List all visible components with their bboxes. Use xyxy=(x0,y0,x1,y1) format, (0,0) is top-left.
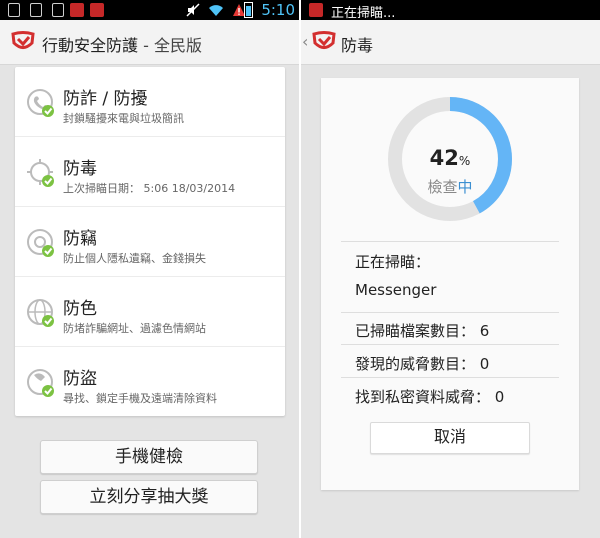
clock: 5:10 xyxy=(261,1,295,19)
feature-title: 防毒 xyxy=(63,159,97,179)
feature-desc: 防止個人隱私遺竊、金錢損失 xyxy=(63,252,206,265)
feature-item-anti-theft-data[interactable]: 防竊 防止個人隱私遺竊、金錢損失 xyxy=(15,207,285,277)
row-divider xyxy=(341,312,559,313)
feature-title: 防竊 xyxy=(63,229,97,249)
scan-state: 檢查中 xyxy=(427,178,473,196)
feature-title: 防盜 xyxy=(63,369,97,389)
cancel-button[interactable]: 取消 xyxy=(370,422,530,454)
app-notification-icon-2 xyxy=(90,3,104,17)
app-logo-icon xyxy=(11,31,35,49)
status-bar: 正在掃瞄... xyxy=(301,0,600,21)
globe-icon xyxy=(27,299,54,327)
lock-phone-icon xyxy=(27,369,54,397)
page-title: 防毒 xyxy=(341,36,374,55)
progress-percent: 42% xyxy=(429,146,471,170)
files-count: 6 xyxy=(479,322,490,340)
mute-icon xyxy=(186,3,200,17)
scanning-label: 正在掃瞄： xyxy=(355,253,431,271)
app-notification-icon xyxy=(309,3,323,17)
feature-title: 防色 xyxy=(63,299,97,319)
health-check-button[interactable]: 手機健檢 xyxy=(40,440,258,474)
feature-item-web-filter[interactable]: 防色 防堵詐騙網址、過濾色情網站 xyxy=(15,277,285,347)
row-divider xyxy=(341,344,559,345)
sd-card-icon xyxy=(8,3,20,17)
row-divider xyxy=(341,377,559,378)
back-icon[interactable]: ‹ xyxy=(302,32,308,51)
feature-item-antivirus[interactable]: 防毒 上次掃瞄日期： 5:06 18/03/2014 xyxy=(15,137,285,207)
threats-count: 0 xyxy=(479,355,490,373)
battery-icon xyxy=(244,2,253,18)
threats-found: 發現的威脅數目： 0 xyxy=(355,355,490,373)
row-divider xyxy=(341,241,559,242)
feature-desc: 尋找、鎖定手機及遠端清除資料 xyxy=(63,392,217,405)
feature-list: 防詐 / 防擾 封鎖騷擾來電與垃圾簡訊 防毒 上次掃瞄日期： 5:06 18/0… xyxy=(15,67,285,416)
feature-item-anti-fraud[interactable]: 防詐 / 防擾 封鎖騷擾來電與垃圾簡訊 xyxy=(15,67,285,137)
privacy-count: 0 xyxy=(494,388,505,406)
home-screen: 5:10 行動安全防護 - 全民版 防詐 / 防擾 封鎖騷擾來電與垃圾簡訊 防毒 xyxy=(0,0,299,538)
app-notification-icon xyxy=(70,3,84,17)
phone-shield-icon xyxy=(27,89,54,117)
current-scan-item: Messenger xyxy=(355,281,437,299)
antivirus-screen: 正在掃瞄... ‹ 防毒 42% 檢查中 正在掃瞄： Messenger 已掃瞄… xyxy=(301,0,600,538)
notification-text: 正在掃瞄... xyxy=(331,6,396,21)
image-icon xyxy=(52,3,64,17)
scan-card: 42% 檢查中 正在掃瞄： Messenger 已掃瞄檔案數目： 6 發現的威脅… xyxy=(321,78,579,490)
share-lottery-button[interactable]: 立刻分享抽大獎 xyxy=(40,480,258,514)
feature-desc: 上次掃瞄日期： 5:06 18/03/2014 xyxy=(63,182,236,195)
app-logo-icon xyxy=(312,31,336,49)
safe-icon xyxy=(27,229,54,257)
app-bar: 行動安全防護 - 全民版 xyxy=(0,20,299,65)
app-title: 行動安全防護 - 全民版 xyxy=(42,36,202,55)
feature-desc: 防堵詐騙網址、過濾色情網站 xyxy=(63,322,206,335)
files-scanned: 已掃瞄檔案數目： 6 xyxy=(355,322,490,340)
feature-desc: 封鎖騷擾來電與垃圾簡訊 xyxy=(63,112,184,125)
wifi-icon xyxy=(209,5,223,16)
feature-title: 防詐 / 防擾 xyxy=(63,89,148,109)
feature-item-anti-theft-device[interactable]: 防盜 尋找、鎖定手機及遠端清除資料 xyxy=(15,347,285,417)
app-bar: ‹ 防毒 xyxy=(301,20,600,65)
virus-icon xyxy=(27,159,54,187)
download-icon xyxy=(30,3,42,17)
status-bar: 5:10 xyxy=(0,0,299,20)
privacy-threats: 找到私密資料威脅： 0 xyxy=(355,388,505,406)
